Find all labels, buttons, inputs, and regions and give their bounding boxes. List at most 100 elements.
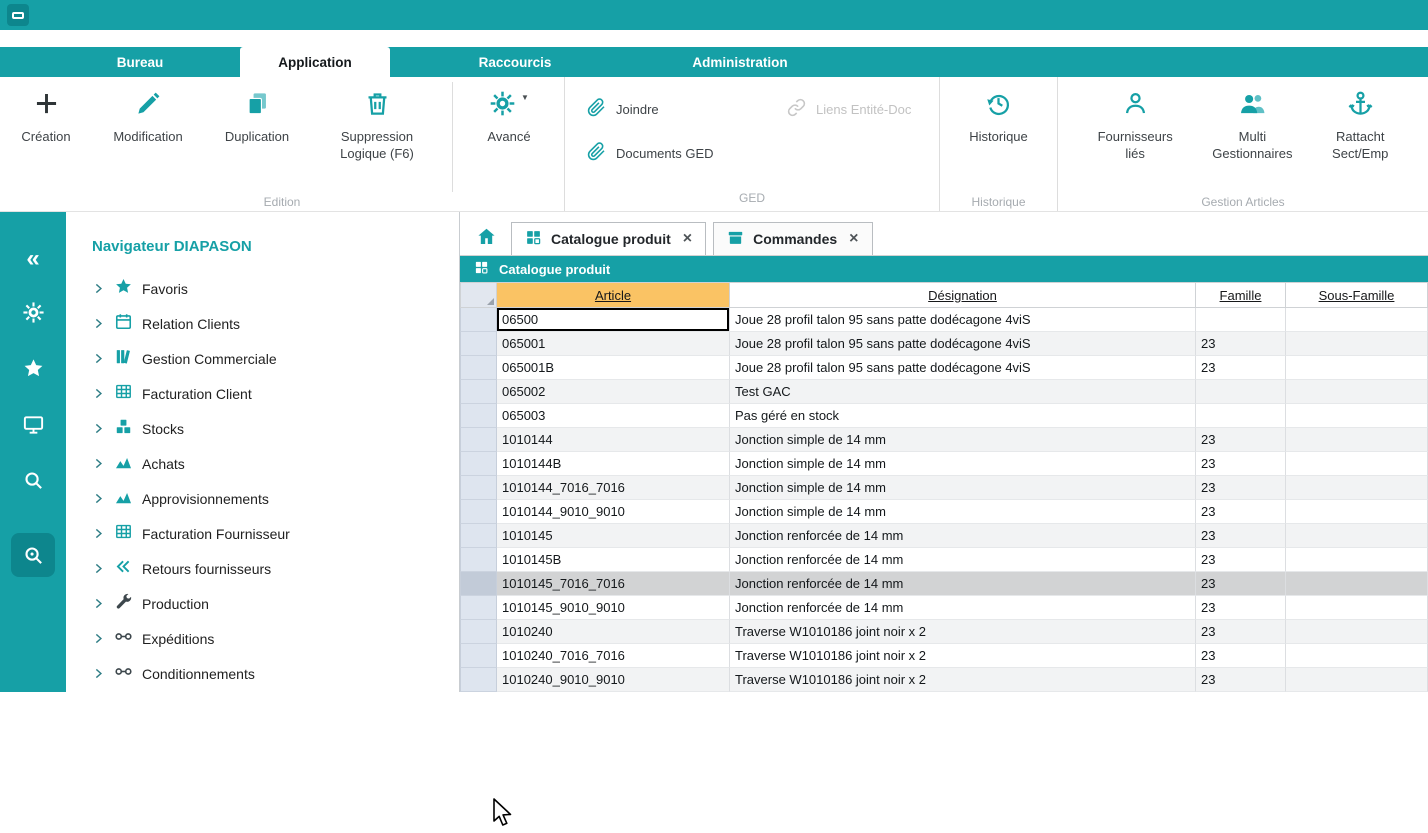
- cell-designation[interactable]: Jonction renforcée de 14 mm: [730, 596, 1196, 620]
- row-selector[interactable]: [460, 644, 497, 668]
- column-header-sous-famille[interactable]: Sous-Famille: [1286, 282, 1428, 308]
- cell-sous-famille[interactable]: [1286, 596, 1428, 620]
- cell-sous-famille[interactable]: [1286, 356, 1428, 380]
- table-row-highlighted[interactable]: 1010145_7016_7016Jonction renforcée de 1…: [460, 572, 1428, 596]
- chevron-right-icon[interactable]: [92, 597, 105, 610]
- cell-famille[interactable]: 23: [1196, 548, 1286, 572]
- cell-designation[interactable]: Jonction renforcée de 14 mm: [730, 548, 1196, 572]
- multi-gestionnaires-button[interactable]: MultiGestionnaires: [1212, 77, 1292, 195]
- cell-sous-famille[interactable]: [1286, 524, 1428, 548]
- cell-article[interactable]: 1010240_7016_7016: [497, 644, 730, 668]
- cell-famille[interactable]: [1196, 404, 1286, 428]
- row-selector[interactable]: [460, 356, 497, 380]
- sidebar-item-gestion-commerciale[interactable]: Gestion Commerciale: [66, 341, 459, 376]
- row-selector[interactable]: [460, 404, 497, 428]
- tab-catalogue-produit[interactable]: Catalogue produit ×: [511, 222, 706, 255]
- cell-sous-famille[interactable]: [1286, 476, 1428, 500]
- row-selector[interactable]: [460, 668, 497, 692]
- table-row[interactable]: 1010145Jonction renforcée de 14 mm23: [460, 524, 1428, 548]
- ribbon-tab-application[interactable]: Application: [240, 47, 390, 77]
- chevron-right-icon[interactable]: [92, 527, 105, 540]
- cell-sous-famille[interactable]: [1286, 548, 1428, 572]
- cell-sous-famille[interactable]: [1286, 332, 1428, 356]
- cell-famille[interactable]: 23: [1196, 476, 1286, 500]
- table-row[interactable]: 1010144_7016_7016Jonction simple de 14 m…: [460, 476, 1428, 500]
- cell-famille[interactable]: 23: [1196, 428, 1286, 452]
- close-tab-icon[interactable]: ×: [849, 230, 858, 248]
- creation-button[interactable]: Création: [0, 77, 92, 195]
- cell-designation[interactable]: Traverse W1010186 joint noir x 2: [730, 668, 1196, 692]
- cell-famille[interactable]: 23: [1196, 332, 1286, 356]
- table-row[interactable]: 065002Test GAC: [460, 380, 1428, 404]
- chevron-right-icon[interactable]: [92, 562, 105, 575]
- cell-designation[interactable]: Traverse W1010186 joint noir x 2: [730, 620, 1196, 644]
- chevron-right-icon[interactable]: [92, 352, 105, 365]
- cell-sous-famille[interactable]: [1286, 572, 1428, 596]
- modification-button[interactable]: Modification: [92, 77, 204, 195]
- cell-famille[interactable]: [1196, 380, 1286, 404]
- cell-article[interactable]: 065002: [497, 380, 730, 404]
- sidebar-item-approvisionnements[interactable]: Approvisionnements: [66, 481, 459, 516]
- chevron-right-icon[interactable]: [92, 492, 105, 505]
- tab-commandes[interactable]: Commandes ×: [713, 222, 872, 255]
- rattacht-sect-emp-button[interactable]: RattachtSect/Emp: [1332, 77, 1388, 195]
- cell-article[interactable]: 1010144_9010_9010: [497, 500, 730, 524]
- row-selector[interactable]: [460, 428, 497, 452]
- chevron-right-icon[interactable]: [92, 317, 105, 330]
- sidebar-item-favoris[interactable]: Favoris: [66, 271, 459, 306]
- cell-famille[interactable]: 23: [1196, 524, 1286, 548]
- strip-search-button[interactable]: [0, 458, 66, 508]
- strip-advanced-search-button[interactable]: [0, 530, 66, 580]
- chevron-right-icon[interactable]: [92, 387, 105, 400]
- sidebar-item-stocks[interactable]: Stocks: [66, 411, 459, 446]
- cell-designation[interactable]: Pas géré en stock: [730, 404, 1196, 428]
- cell-sous-famille[interactable]: [1286, 380, 1428, 404]
- cell-article[interactable]: 1010145B: [497, 548, 730, 572]
- table-row[interactable]: 1010144_9010_9010Jonction simple de 14 m…: [460, 500, 1428, 524]
- collapse-sidebar-button[interactable]: «: [0, 234, 66, 284]
- liens-entite-doc-button[interactable]: Liens Entité-Doc: [787, 98, 959, 120]
- ribbon-tab-administration[interactable]: Administration: [640, 47, 840, 77]
- table-row[interactable]: 065003Pas géré en stock: [460, 404, 1428, 428]
- ribbon-tab-raccourcis[interactable]: Raccourcis: [390, 47, 640, 77]
- select-all-corner[interactable]: [460, 282, 497, 308]
- sidebar-item-production[interactable]: Production: [66, 586, 459, 621]
- cell-famille[interactable]: 23: [1196, 668, 1286, 692]
- sidebar-item-retours-fournisseurs[interactable]: Retours fournisseurs: [66, 551, 459, 586]
- documents-ged-button[interactable]: Documents GED: [587, 142, 787, 164]
- cell-famille[interactable]: [1196, 308, 1286, 332]
- cell-famille[interactable]: 23: [1196, 596, 1286, 620]
- suppression-logique-button[interactable]: SuppressionLogique (F6): [310, 77, 444, 195]
- ribbon-tab-bureau[interactable]: Bureau: [60, 47, 220, 77]
- cell-designation[interactable]: Jonction renforcée de 14 mm: [730, 572, 1196, 596]
- cell-article[interactable]: 1010145: [497, 524, 730, 548]
- cell-designation[interactable]: Traverse W1010186 joint noir x 2: [730, 644, 1196, 668]
- row-selector[interactable]: [460, 572, 497, 596]
- table-row[interactable]: 1010240_7016_7016Traverse W1010186 joint…: [460, 644, 1428, 668]
- cell-designation[interactable]: Test GAC: [730, 380, 1196, 404]
- cell-article[interactable]: 1010144: [497, 428, 730, 452]
- cell-sous-famille[interactable]: [1286, 308, 1428, 332]
- cell-designation[interactable]: Jonction simple de 14 mm: [730, 500, 1196, 524]
- cell-sous-famille[interactable]: [1286, 668, 1428, 692]
- row-selector[interactable]: [460, 452, 497, 476]
- chevron-down-icon[interactable]: ▼: [521, 90, 529, 102]
- cell-designation[interactable]: Joue 28 profil talon 95 sans patte dodéc…: [730, 308, 1196, 332]
- row-selector[interactable]: [460, 548, 497, 572]
- chevron-right-icon[interactable]: [92, 282, 105, 295]
- cell-article[interactable]: 1010145_7016_7016: [497, 572, 730, 596]
- column-header-famille[interactable]: Famille: [1196, 282, 1286, 308]
- cell-article[interactable]: 1010145_9010_9010: [497, 596, 730, 620]
- table-row[interactable]: 1010145_9010_9010Jonction renforcée de 1…: [460, 596, 1428, 620]
- cell-designation[interactable]: Jonction renforcée de 14 mm: [730, 524, 1196, 548]
- sidebar-item-expeditions[interactable]: Expéditions: [66, 621, 459, 656]
- cell-famille[interactable]: 23: [1196, 500, 1286, 524]
- cell-famille[interactable]: 23: [1196, 620, 1286, 644]
- column-header-article[interactable]: Article: [497, 282, 730, 308]
- strip-settings-button[interactable]: [0, 290, 66, 340]
- sidebar-item-relation-clients[interactable]: Relation Clients: [66, 306, 459, 341]
- historique-button[interactable]: Historique: [969, 77, 1028, 195]
- row-selector[interactable]: [460, 308, 497, 332]
- table-row[interactable]: 1010144Jonction simple de 14 mm23: [460, 428, 1428, 452]
- table-row[interactable]: 065001Joue 28 profil talon 95 sans patte…: [460, 332, 1428, 356]
